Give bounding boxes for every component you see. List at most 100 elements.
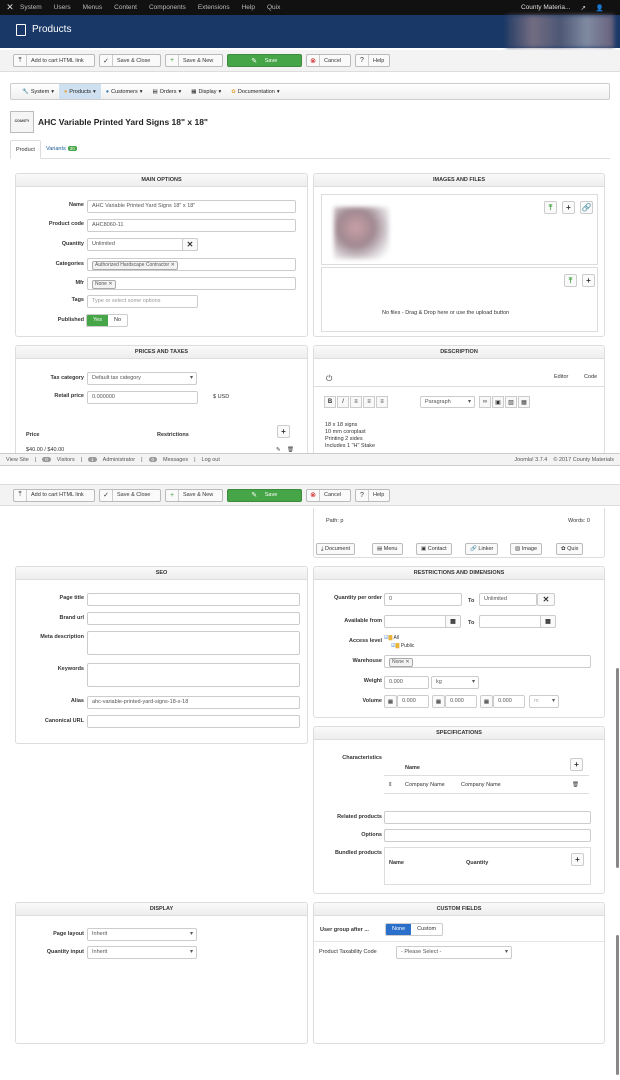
delete-characteristic-icon[interactable]: 🗑 bbox=[572, 782, 579, 788]
insert-quix-button[interactable]: ✿ Quix bbox=[556, 543, 584, 555]
cancel-button[interactable]: ⊗ Cancel bbox=[306, 488, 351, 502]
save-close-button[interactable]: ✓ Save & Close bbox=[99, 488, 161, 502]
canonical-url-input[interactable] bbox=[87, 715, 300, 728]
insert-image-button[interactable]: ▧ Image bbox=[510, 543, 543, 555]
top-menu-users[interactable]: Users bbox=[54, 4, 71, 11]
insert-contact-button[interactable]: ▣ Contact bbox=[416, 543, 452, 555]
categories-select[interactable]: Authorized Hardscape Contractor ✕ bbox=[87, 258, 296, 271]
upload-file-icon[interactable]: ⤒ bbox=[564, 274, 577, 287]
add-to-cart-link-button[interactable]: ⤒ Add to cart HTML link bbox=[13, 488, 95, 502]
add-price-icon[interactable]: + bbox=[277, 425, 290, 438]
format-select[interactable]: Paragraph bbox=[420, 396, 475, 408]
tab-variants[interactable]: Variants 30 bbox=[41, 140, 82, 159]
top-menu-extensions[interactable]: Extensions bbox=[198, 4, 230, 11]
calendar-from-icon[interactable]: ▦ bbox=[445, 615, 461, 628]
mfr-select[interactable]: None ✕ bbox=[87, 277, 296, 290]
warehouse-select[interactable]: None ✕ bbox=[384, 655, 591, 668]
quantity-clear-icon[interactable]: ✕ bbox=[182, 238, 198, 251]
link-icon[interactable]: ∞ bbox=[479, 396, 491, 408]
link-image-icon[interactable]: 🔗 bbox=[580, 201, 593, 214]
nav-orders[interactable]: ▤ Orders ▾ bbox=[147, 84, 186, 99]
nav-customers[interactable]: ● Customers ▾ bbox=[101, 84, 148, 99]
tab-product[interactable]: Product bbox=[10, 140, 41, 159]
insert-linker-button[interactable]: 🔗 Linker bbox=[465, 543, 499, 555]
add-image-icon[interactable]: + bbox=[562, 201, 575, 214]
tax-category-select[interactable]: Default tax category bbox=[87, 372, 197, 385]
user-group-toggle[interactable]: None Custom bbox=[385, 923, 444, 936]
taxability-code-select[interactable]: - Please Select - bbox=[396, 946, 512, 959]
nav-documentation[interactable]: ✿ Documentation ▾ bbox=[226, 84, 284, 99]
name-input[interactable]: AHC Variable Printed Yard Signs 18" x 18… bbox=[87, 200, 296, 213]
view-site-link[interactable]: View Site bbox=[6, 457, 29, 463]
quantity-input-select[interactable]: Inherit bbox=[87, 946, 197, 959]
product-image[interactable] bbox=[334, 207, 389, 259]
description-content[interactable]: 18 x 18 signs 10 mm coroplast Printing 2… bbox=[325, 422, 375, 450]
page-title-input[interactable] bbox=[87, 593, 300, 606]
weight-unit-select[interactable]: kg bbox=[431, 676, 479, 689]
save-new-button[interactable]: + Save & New bbox=[165, 54, 223, 67]
add-file-icon[interactable]: + bbox=[582, 274, 595, 287]
volume-width-input[interactable]: 0.000 bbox=[445, 695, 477, 708]
volume-unit-select[interactable]: m bbox=[529, 695, 559, 708]
editor-tab[interactable]: Editor bbox=[554, 374, 568, 380]
logout-link[interactable]: Log out bbox=[202, 457, 220, 463]
page-layout-select[interactable]: Inherit bbox=[87, 928, 197, 941]
published-yes[interactable]: Yes bbox=[87, 315, 108, 326]
user-group-custom[interactable]: Custom bbox=[411, 924, 442, 935]
add-characteristic-icon[interactable]: + bbox=[570, 758, 583, 771]
volume-length-input[interactable]: 0.000 bbox=[397, 695, 429, 708]
external-link-icon[interactable]: ↗ bbox=[580, 4, 585, 12]
nav-system[interactable]: 🔧 System ▾ bbox=[17, 84, 59, 99]
weight-input[interactable]: 0.000 bbox=[384, 676, 429, 689]
files-dropzone[interactable]: ⤒ + No files - Drag & Drop here or use t… bbox=[321, 267, 598, 332]
insert-document-button[interactable]: ⤓ Document bbox=[316, 543, 356, 555]
help-button[interactable]: ? Help bbox=[355, 54, 390, 67]
align-right-icon[interactable]: ≡ bbox=[376, 396, 388, 408]
save-button[interactable]: ✎ Save bbox=[227, 54, 302, 67]
qty-from-input[interactable]: 0 bbox=[384, 593, 462, 606]
brand-url-input[interactable] bbox=[87, 612, 300, 625]
qty-clear-icon[interactable]: ✕ bbox=[537, 593, 555, 606]
code-tab[interactable]: Code bbox=[584, 374, 597, 380]
power-toggle-icon[interactable]: ⏻ bbox=[326, 374, 332, 384]
scrollbar-thumb-lower[interactable] bbox=[616, 935, 619, 1075]
save-button[interactable]: ✎ Save bbox=[227, 488, 302, 502]
access-level-tree[interactable]: ☑▇ All ☑▇ Public bbox=[384, 634, 414, 650]
messages-label[interactable]: Messages bbox=[163, 457, 188, 463]
tags-input[interactable]: Type or select some options bbox=[87, 295, 198, 308]
meta-description-textarea[interactable] bbox=[87, 631, 300, 655]
top-menu-help[interactable]: Help bbox=[242, 4, 255, 11]
italic-icon[interactable]: I bbox=[337, 396, 349, 408]
save-new-button[interactable]: + Save & New bbox=[165, 488, 223, 502]
site-name-link[interactable]: County Materia... bbox=[521, 4, 571, 12]
bold-icon[interactable]: B bbox=[324, 396, 336, 408]
joomla-logo-icon[interactable]: ✕ bbox=[0, 2, 20, 13]
nav-products[interactable]: ● Products ▾ bbox=[58, 84, 101, 99]
published-toggle[interactable]: Yes No bbox=[86, 314, 129, 327]
qty-to-input[interactable]: Unlimited bbox=[479, 593, 537, 606]
calendar-to-icon[interactable]: ▦ bbox=[540, 615, 556, 628]
keywords-textarea[interactable] bbox=[87, 663, 300, 687]
scrollbar-thumb[interactable] bbox=[616, 668, 619, 868]
cancel-button[interactable]: ⊗ Cancel bbox=[306, 54, 351, 67]
top-menu-content[interactable]: Content bbox=[114, 4, 137, 11]
add-bundled-icon[interactable]: + bbox=[571, 853, 584, 866]
image-icon[interactable]: ▣ bbox=[492, 396, 504, 408]
top-menu-system[interactable]: System bbox=[20, 4, 42, 11]
table-icon[interactable]: ▦ bbox=[518, 396, 530, 408]
user-group-none[interactable]: None bbox=[386, 924, 412, 935]
top-menu-quix[interactable]: Quix bbox=[267, 4, 280, 11]
save-close-button[interactable]: ✓ Save & Close bbox=[99, 54, 161, 67]
alias-input[interactable]: ahc-variable-printed-yard-signs-18-x-18 bbox=[87, 696, 300, 709]
volume-height-input[interactable]: 0.000 bbox=[493, 695, 525, 708]
nav-display[interactable]: ▦ Display ▾ bbox=[186, 84, 226, 99]
product-code-input[interactable]: AHC8060-11 bbox=[87, 219, 296, 232]
upload-image-icon[interactable]: ⤒ bbox=[544, 201, 557, 214]
add-to-cart-link-button[interactable]: ⤒ Add to cart HTML link bbox=[13, 54, 95, 67]
published-no[interactable]: No bbox=[108, 315, 127, 326]
insert-menu-button[interactable]: ▤ Menu bbox=[372, 543, 403, 555]
related-products-input[interactable] bbox=[384, 811, 591, 824]
options-input[interactable] bbox=[384, 829, 591, 842]
drag-handle-icon[interactable]: ⇕ bbox=[388, 782, 393, 788]
align-left-icon[interactable]: ≡ bbox=[350, 396, 362, 408]
